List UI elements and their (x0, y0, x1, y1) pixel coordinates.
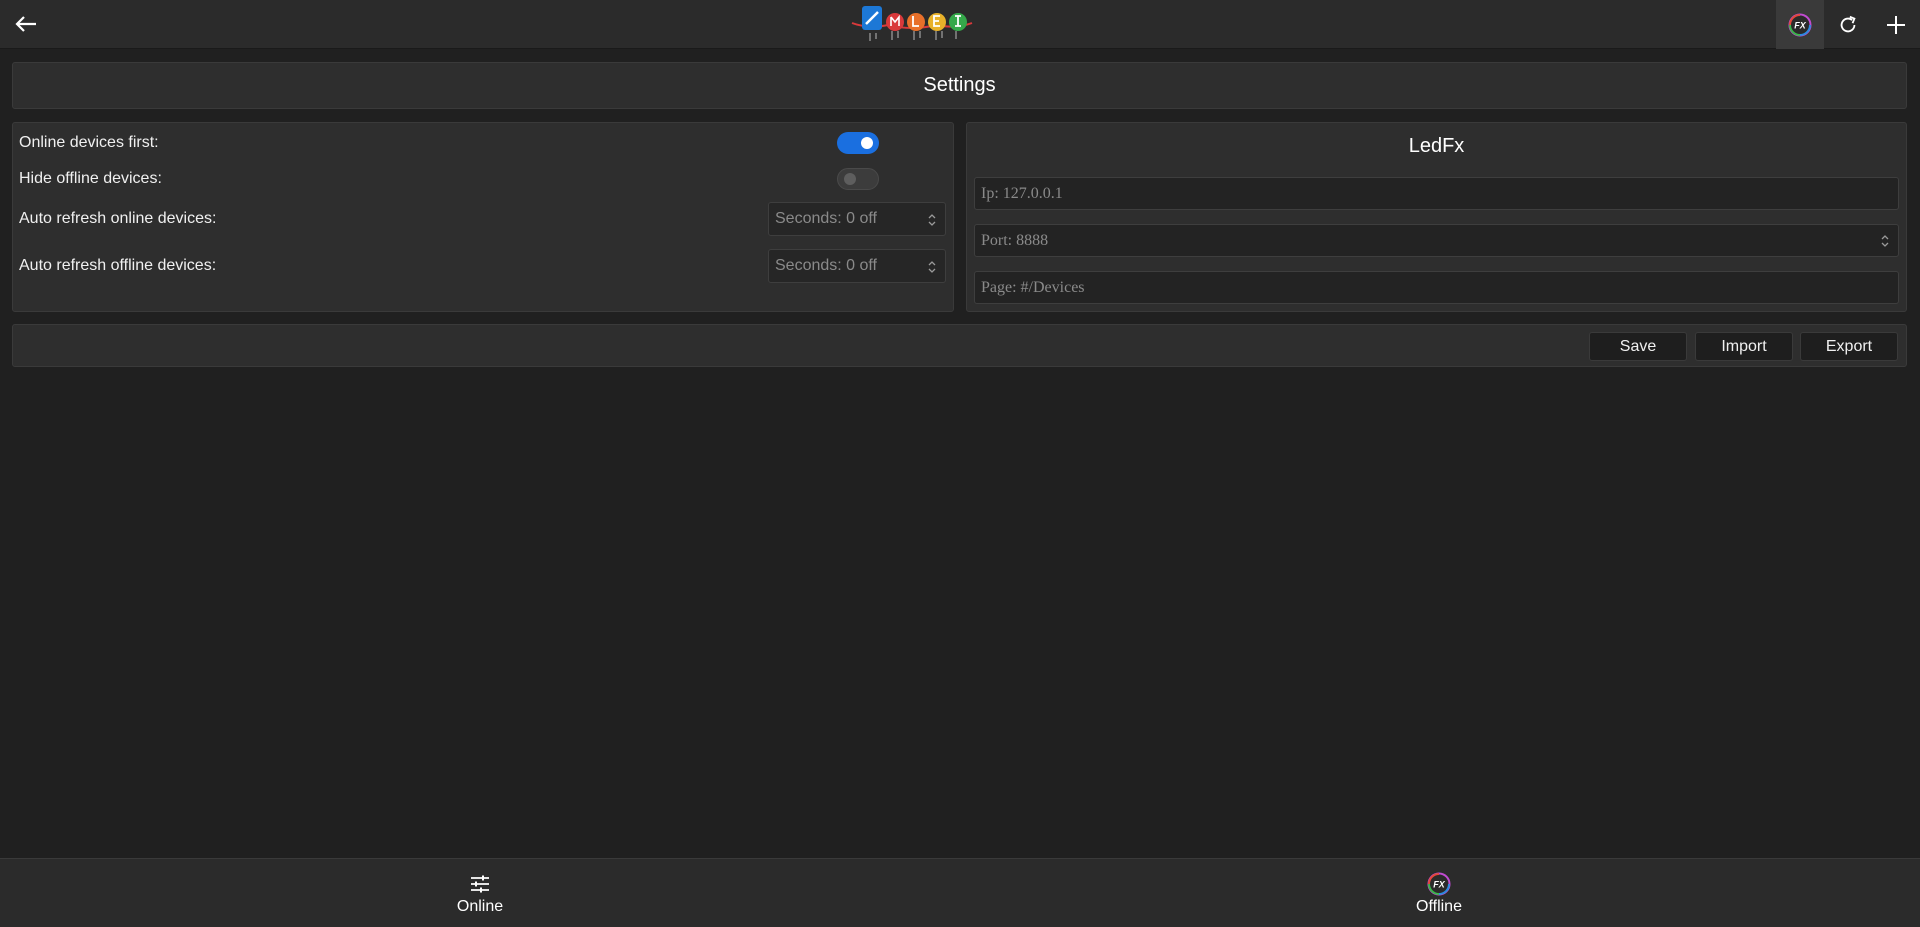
ledfx-panel: LedFx Ip: 127.0.0.1 Port: 8888 Page: #/D… (966, 122, 1907, 312)
hide-offline-toggle[interactable] (837, 168, 879, 190)
nav-offline[interactable]: FX Offline (1339, 859, 1539, 927)
top-bar: FX (0, 0, 1920, 49)
spinner-icon (1881, 235, 1889, 247)
nav-online-label: Online (456, 897, 504, 915)
auto-refresh-online-label: Auto refresh online devices: (19, 210, 217, 227)
online-first-toggle[interactable] (837, 132, 879, 154)
page-placeholder: Page: #/Devices (981, 278, 1085, 296)
svg-text:FX: FX (1433, 879, 1445, 889)
refresh-icon (1840, 15, 1856, 32)
spinner-icon (928, 214, 936, 226)
toggle-knob (844, 173, 856, 185)
port-placeholder: Port: 8888 (981, 231, 1049, 249)
ledfx-icon: FX (1788, 13, 1812, 36)
nav-online[interactable]: Online (380, 859, 580, 927)
page-field[interactable]: Page: #/Devices (974, 271, 1899, 304)
ip-field[interactable]: Ip: 127.0.0.1 (974, 177, 1899, 210)
add-button[interactable] (1872, 0, 1920, 49)
bottom-nav: Online FX Offline (0, 858, 1920, 927)
sliders-icon (471, 875, 489, 892)
toggle-knob (861, 137, 873, 149)
ip-placeholder: Ip: 127.0.0.1 (981, 184, 1063, 202)
spinner-icon (928, 261, 936, 273)
ledfx-title: LedFx (1408, 135, 1465, 157)
import-button[interactable]: Import (1695, 332, 1793, 361)
page-title: Settings (12, 62, 1907, 109)
auto-refresh-offline-placeholder: Seconds: 0 off (775, 257, 877, 274)
action-bar: Save Import Export (12, 324, 1907, 367)
device-options-panel: Online devices first: Hide offline devic… (12, 122, 954, 312)
led-logo (851, 6, 973, 41)
ledfx-button[interactable]: FX (1776, 0, 1824, 49)
refresh-button[interactable] (1824, 0, 1872, 49)
hide-offline-label: Hide offline devices: (19, 170, 162, 187)
port-field[interactable]: Port: 8888 (974, 224, 1899, 257)
ledfx-icon: FX (1427, 872, 1451, 895)
save-button[interactable]: Save (1589, 332, 1687, 361)
svg-text:FX: FX (1794, 20, 1806, 30)
auto-refresh-online-placeholder: Seconds: 0 off (775, 210, 877, 227)
online-first-label: Online devices first: (19, 134, 159, 151)
arrow-left-icon (15, 16, 36, 32)
auto-refresh-offline-input[interactable]: Seconds: 0 off (768, 249, 946, 283)
auto-refresh-offline-label: Auto refresh offline devices: (19, 257, 217, 274)
export-button[interactable]: Export (1800, 332, 1898, 361)
plus-icon (1887, 15, 1905, 34)
auto-refresh-online-input[interactable]: Seconds: 0 off (768, 202, 946, 236)
nav-offline-label: Offline (1416, 897, 1462, 915)
back-button[interactable] (8, 6, 44, 42)
